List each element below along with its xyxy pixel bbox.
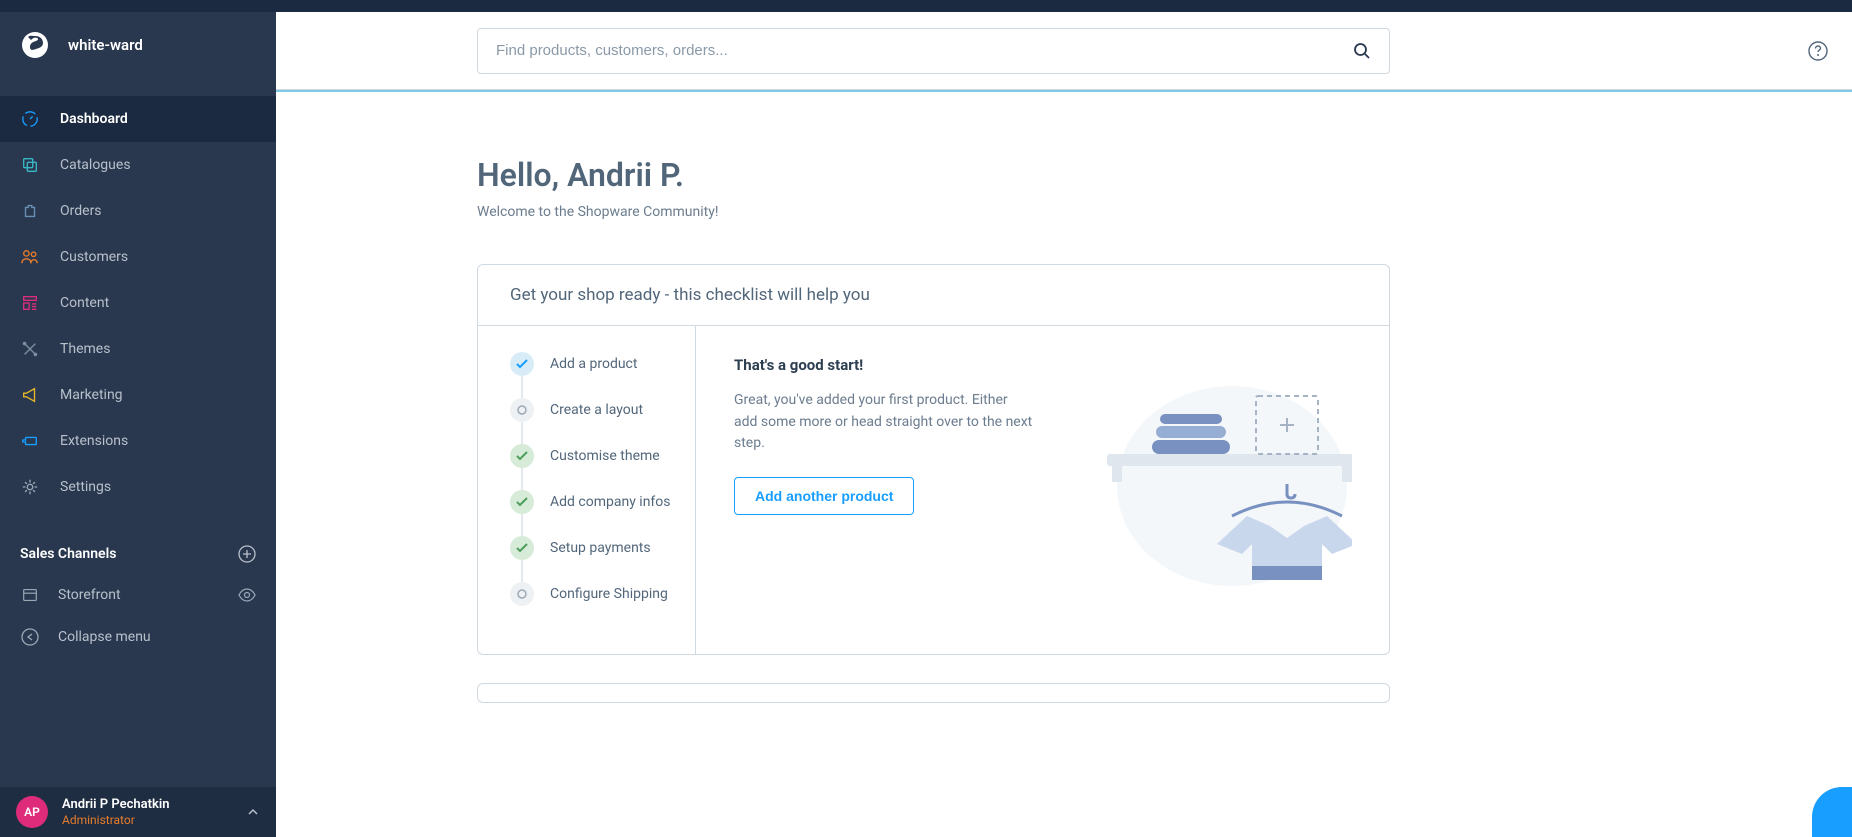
page-subtitle: Welcome to the Shopware Community!	[477, 204, 1390, 220]
detail-title: That's a good start!	[734, 356, 1034, 374]
sidebar-item-label: Marketing	[60, 387, 123, 403]
sidebar-item-themes[interactable]: Themes	[0, 326, 276, 372]
sidebar-item-label: Orders	[60, 203, 102, 219]
user-name: Andrii P Pechatkin	[62, 797, 246, 813]
catalogues-icon	[20, 155, 40, 175]
check-icon	[510, 444, 534, 468]
sidebar-item-label: Content	[60, 295, 109, 311]
extensions-icon	[20, 431, 40, 451]
illustration	[1034, 356, 1369, 624]
sidebar: white-ward Dashboard Catalogues Orders	[0, 0, 276, 837]
themes-icon	[20, 339, 40, 359]
avatar: AP	[16, 796, 48, 828]
top-stripe	[276, 0, 1852, 12]
sidebar-footer: AP Andrii P Pechatkin Administrator	[0, 787, 276, 837]
page-inner: Hello, Andrii P. Welcome to the Shopware…	[477, 156, 1390, 703]
add-another-product-button[interactable]: Add another product	[734, 477, 914, 515]
check-label: Create a layout	[550, 402, 643, 418]
chat-fab[interactable]	[1812, 787, 1852, 837]
sidebar-item-extensions[interactable]: Extensions	[0, 418, 276, 464]
sidebar-item-dashboard[interactable]: Dashboard	[0, 96, 276, 142]
content-icon	[20, 293, 40, 313]
sidebar-top-stripe	[0, 0, 276, 12]
check-label: Add company infos	[550, 494, 671, 510]
checklist-step-company-info[interactable]: Add company infos	[510, 490, 679, 514]
card-body: Add a product Create a layout	[478, 326, 1389, 654]
sidebar-item-content[interactable]: Content	[0, 280, 276, 326]
dashboard-icon	[20, 109, 40, 129]
check-icon	[510, 490, 534, 514]
orders-icon	[20, 201, 40, 221]
circle-icon	[510, 398, 534, 422]
detail-text: That's a good start! Great, you've added…	[734, 356, 1034, 624]
sidebar-item-marketing[interactable]: Marketing	[0, 372, 276, 418]
channel-label: Storefront	[58, 587, 121, 603]
checklist-step-shipping[interactable]: Configure Shipping	[510, 582, 679, 606]
user-menu[interactable]: AP Andrii P Pechatkin Administrator	[0, 787, 276, 837]
step-detail: That's a good start! Great, you've added…	[696, 326, 1389, 654]
search-wrap	[276, 28, 1678, 74]
checklist-step-create-layout[interactable]: Create a layout	[510, 398, 679, 422]
sidebar-item-customers[interactable]: Customers	[0, 234, 276, 280]
search-icon	[1353, 42, 1371, 60]
marketing-icon	[20, 385, 40, 405]
brand-name: white-ward	[68, 36, 143, 54]
channel-storefront[interactable]: Storefront	[0, 574, 276, 616]
collapse-icon	[20, 627, 40, 647]
logo-icon	[20, 30, 50, 60]
user-info: Andrii P Pechatkin Administrator	[62, 797, 246, 827]
sidebar-item-orders[interactable]: Orders	[0, 188, 276, 234]
next-card-peek	[477, 683, 1390, 703]
sidebar-item-settings[interactable]: Settings	[0, 464, 276, 510]
settings-icon	[20, 477, 40, 497]
section-title: Sales Channels	[20, 546, 116, 562]
main-nav: Dashboard Catalogues Orders Customers	[0, 96, 276, 510]
collapse-label: Collapse menu	[58, 629, 151, 645]
checklist-step-payments[interactable]: Setup payments	[510, 536, 679, 560]
checklist-step-customise-theme[interactable]: Customise theme	[510, 444, 679, 468]
topbar	[276, 12, 1852, 90]
check-label: Customise theme	[550, 448, 660, 464]
page-title: Hello, Andrii P.	[477, 156, 1390, 194]
main: Hello, Andrii P. Welcome to the Shopware…	[276, 0, 1852, 837]
collapse-menu[interactable]: Collapse menu	[0, 616, 276, 658]
visibility-icon[interactable]	[238, 588, 256, 602]
content-wrap: Hello, Andrii P. Welcome to the Shopware…	[276, 90, 1852, 703]
chevron-up-icon	[246, 807, 260, 817]
card-header: Get your shop ready - this checklist wil…	[478, 265, 1389, 326]
search-box[interactable]	[477, 28, 1390, 74]
content: Hello, Andrii P. Welcome to the Shopware…	[276, 92, 1852, 703]
checklist-card: Get your shop ready - this checklist wil…	[477, 264, 1390, 655]
check-label: Setup payments	[550, 540, 651, 556]
user-role: Administrator	[62, 813, 246, 827]
search-input[interactable]	[496, 42, 1353, 59]
check-label: Configure Shipping	[550, 586, 668, 602]
customers-icon	[20, 247, 40, 267]
check-label: Add a product	[550, 356, 637, 372]
sidebar-item-label: Dashboard	[60, 111, 128, 127]
checklist-step-add-product[interactable]: Add a product	[510, 352, 679, 376]
sidebar-item-label: Themes	[60, 341, 110, 357]
detail-description: Great, you've added your first product. …	[734, 390, 1034, 455]
check-icon	[510, 536, 534, 560]
sidebar-header: white-ward	[0, 12, 276, 78]
sidebar-item-label: Catalogues	[60, 157, 131, 173]
check-icon	[510, 352, 534, 376]
sidebar-item-label: Settings	[60, 479, 111, 495]
add-channel-button[interactable]	[238, 545, 256, 563]
help-button[interactable]	[1808, 41, 1828, 61]
sidebar-item-catalogues[interactable]: Catalogues	[0, 142, 276, 188]
storefront-icon	[20, 585, 40, 605]
checklist: Add a product Create a layout	[478, 326, 696, 654]
circle-icon	[510, 582, 534, 606]
sales-channels-header: Sales Channels	[0, 534, 276, 574]
sidebar-item-label: Customers	[60, 249, 128, 265]
sidebar-item-label: Extensions	[60, 433, 128, 449]
